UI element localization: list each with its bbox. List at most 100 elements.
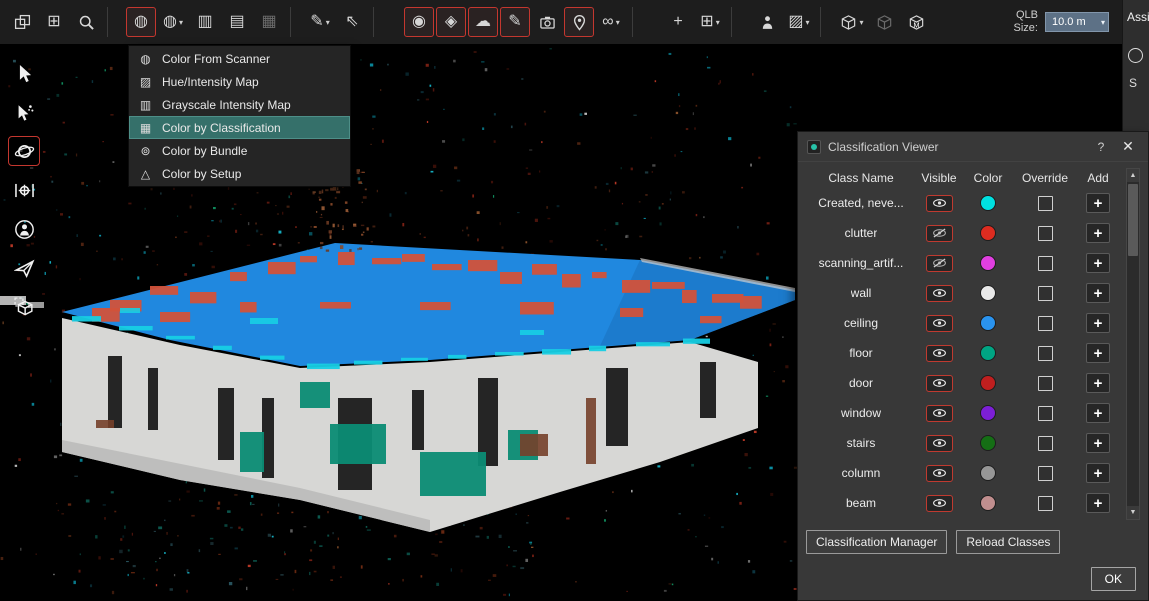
visibility-toggle-eye-icon[interactable] <box>926 495 953 512</box>
qlb-size-select[interactable]: 10.0 m ▾ <box>1045 12 1109 32</box>
scroll-down-button[interactable]: ▼ <box>1127 506 1139 519</box>
add-class-button[interactable]: + <box>1086 433 1110 453</box>
image-view-button[interactable]: ▦ <box>254 7 284 37</box>
walk-mode-button[interactable] <box>8 214 40 244</box>
color-mode-button[interactable]: ◍▾ <box>158 7 188 37</box>
panel-titlebar[interactable]: Classification Viewer ? ✕ <box>798 132 1148 162</box>
class-color-swatch[interactable] <box>980 405 996 421</box>
add-class-button[interactable]: + <box>1086 373 1110 393</box>
center-view-button[interactable] <box>8 175 40 205</box>
add-class-button[interactable]: + <box>1086 193 1110 213</box>
group-rotate-button[interactable]: ∞▾ <box>596 7 626 37</box>
move-axes-button[interactable]: + <box>663 7 693 37</box>
menu-item-hue-intensity-map[interactable]: ▨Hue/Intensity Map <box>129 70 350 93</box>
cube-wireframe-button[interactable] <box>869 7 899 37</box>
override-checkbox[interactable] <box>1038 496 1053 511</box>
class-color-swatch[interactable] <box>980 435 996 451</box>
hatch-pattern-button[interactable]: ▨▾ <box>784 7 814 37</box>
class-row: ceiling+ <box>806 308 1120 338</box>
override-checkbox[interactable] <box>1038 226 1053 241</box>
help-button[interactable]: ? <box>1092 140 1110 154</box>
override-checkbox[interactable] <box>1038 466 1053 481</box>
menu-item-color-by-classification[interactable]: ▦Color by Classification <box>129 116 350 139</box>
person-view-button[interactable] <box>752 7 782 37</box>
visibility-toggle-eye-icon[interactable] <box>926 285 953 302</box>
image-view-icon: ▦ <box>261 14 276 30</box>
ok-button[interactable]: OK <box>1091 567 1136 591</box>
override-checkbox[interactable] <box>1038 436 1053 451</box>
add-class-button[interactable]: + <box>1086 283 1110 303</box>
scroll-up-button[interactable]: ▲ <box>1127 169 1139 182</box>
add-class-button[interactable]: + <box>1086 463 1110 483</box>
visibility-toggle-eye-icon[interactable] <box>926 375 953 392</box>
visibility-toggle-eye-icon[interactable] <box>926 465 953 482</box>
camera-button[interactable] <box>532 7 562 37</box>
menu-item-grayscale-intensity-map[interactable]: ▥Grayscale Intensity Map <box>129 93 350 116</box>
annotation-tag-button[interactable]: ◈ <box>436 7 466 37</box>
visibility-toggle-eye-off-icon[interactable] <box>926 225 953 242</box>
class-color-swatch[interactable] <box>980 195 996 211</box>
class-color-swatch[interactable] <box>980 255 996 271</box>
class-color-swatch[interactable] <box>980 285 996 301</box>
section-box-button[interactable] <box>8 292 40 322</box>
zoom-search-button[interactable] <box>71 7 101 37</box>
override-checkbox[interactable] <box>1038 286 1053 301</box>
grid-box-button[interactable]: ⊞▾ <box>695 7 725 37</box>
class-color-swatch[interactable] <box>980 315 996 331</box>
grayscale-map-button[interactable]: ▥ <box>190 7 220 37</box>
menu-item-label: Color From Scanner <box>162 52 270 66</box>
select-cursor-button[interactable] <box>8 58 40 88</box>
cube-view-button[interactable]: ▾ <box>837 7 867 37</box>
class-color-swatch[interactable] <box>980 495 996 511</box>
draw-pen-button[interactable]: ✎ <box>500 7 530 37</box>
record-target-button[interactable]: ◉ <box>404 7 434 37</box>
add-class-button[interactable]: + <box>1086 313 1110 333</box>
color-from-scanner-button[interactable]: ◍ <box>126 7 156 37</box>
reload-classes-button[interactable]: Reload Classes <box>956 530 1060 554</box>
location-pin-button[interactable] <box>564 7 594 37</box>
duplicate-view-button[interactable]: ⊞ <box>39 7 69 37</box>
visibility-toggle-eye-icon[interactable] <box>926 345 953 362</box>
map-view-button[interactable]: ▤ <box>222 7 252 37</box>
orbit-tool-button[interactable] <box>8 136 40 166</box>
override-checkbox[interactable] <box>1038 196 1053 211</box>
visibility-toggle-eye-off-icon[interactable] <box>926 255 953 272</box>
add-class-button[interactable]: + <box>1086 343 1110 363</box>
table-header: Class Name Visible Color Override Add <box>806 168 1120 188</box>
menu-item-color-from-scanner[interactable]: ◍Color From Scanner <box>129 47 350 70</box>
add-class-button[interactable]: + <box>1086 493 1110 513</box>
visibility-toggle-eye-icon[interactable] <box>926 405 953 422</box>
scrollbar[interactable]: ▲ ▼ <box>1126 168 1140 520</box>
override-checkbox[interactable] <box>1038 406 1053 421</box>
classification-manager-button[interactable]: Classification Manager <box>806 530 947 554</box>
map-view-icon: ▤ <box>229 14 244 30</box>
annotation-tag-icon: ◈ <box>445 14 457 30</box>
point-cloud-button[interactable]: ☁ <box>468 7 498 37</box>
project-view-button[interactable] <box>7 7 37 37</box>
add-class-button[interactable]: + <box>1086 253 1110 273</box>
class-color-swatch[interactable] <box>980 345 996 361</box>
visibility-toggle-eye-icon[interactable] <box>926 435 953 452</box>
class-color-swatch[interactable] <box>980 225 996 241</box>
override-checkbox[interactable] <box>1038 316 1053 331</box>
add-class-button[interactable]: + <box>1086 223 1110 243</box>
select-points-button[interactable] <box>8 97 40 127</box>
class-color-swatch[interactable] <box>980 375 996 391</box>
cube-model-button[interactable] <box>901 7 931 37</box>
point-cloud-viewport[interactable] <box>0 0 797 601</box>
visibility-toggle-eye-icon[interactable] <box>926 195 953 212</box>
fly-mode-button[interactable] <box>8 253 40 283</box>
class-color-swatch[interactable] <box>980 465 996 481</box>
assistant-panel[interactable]: Assis S <box>1122 0 1149 131</box>
brush-tool-button[interactable]: ✎▾ <box>305 7 335 37</box>
override-checkbox[interactable] <box>1038 346 1053 361</box>
add-class-button[interactable]: + <box>1086 403 1110 423</box>
override-checkbox[interactable] <box>1038 256 1053 271</box>
menu-item-color-by-bundle[interactable]: ⊚Color by Bundle <box>129 139 350 162</box>
close-button[interactable]: ✕ <box>1117 138 1139 155</box>
scroll-thumb[interactable] <box>1128 184 1138 256</box>
override-checkbox[interactable] <box>1038 376 1053 391</box>
visibility-toggle-eye-icon[interactable] <box>926 315 953 332</box>
menu-item-color-by-setup[interactable]: △Color by Setup <box>129 162 350 185</box>
measure-tool-button[interactable]: ⇖ <box>337 7 367 37</box>
